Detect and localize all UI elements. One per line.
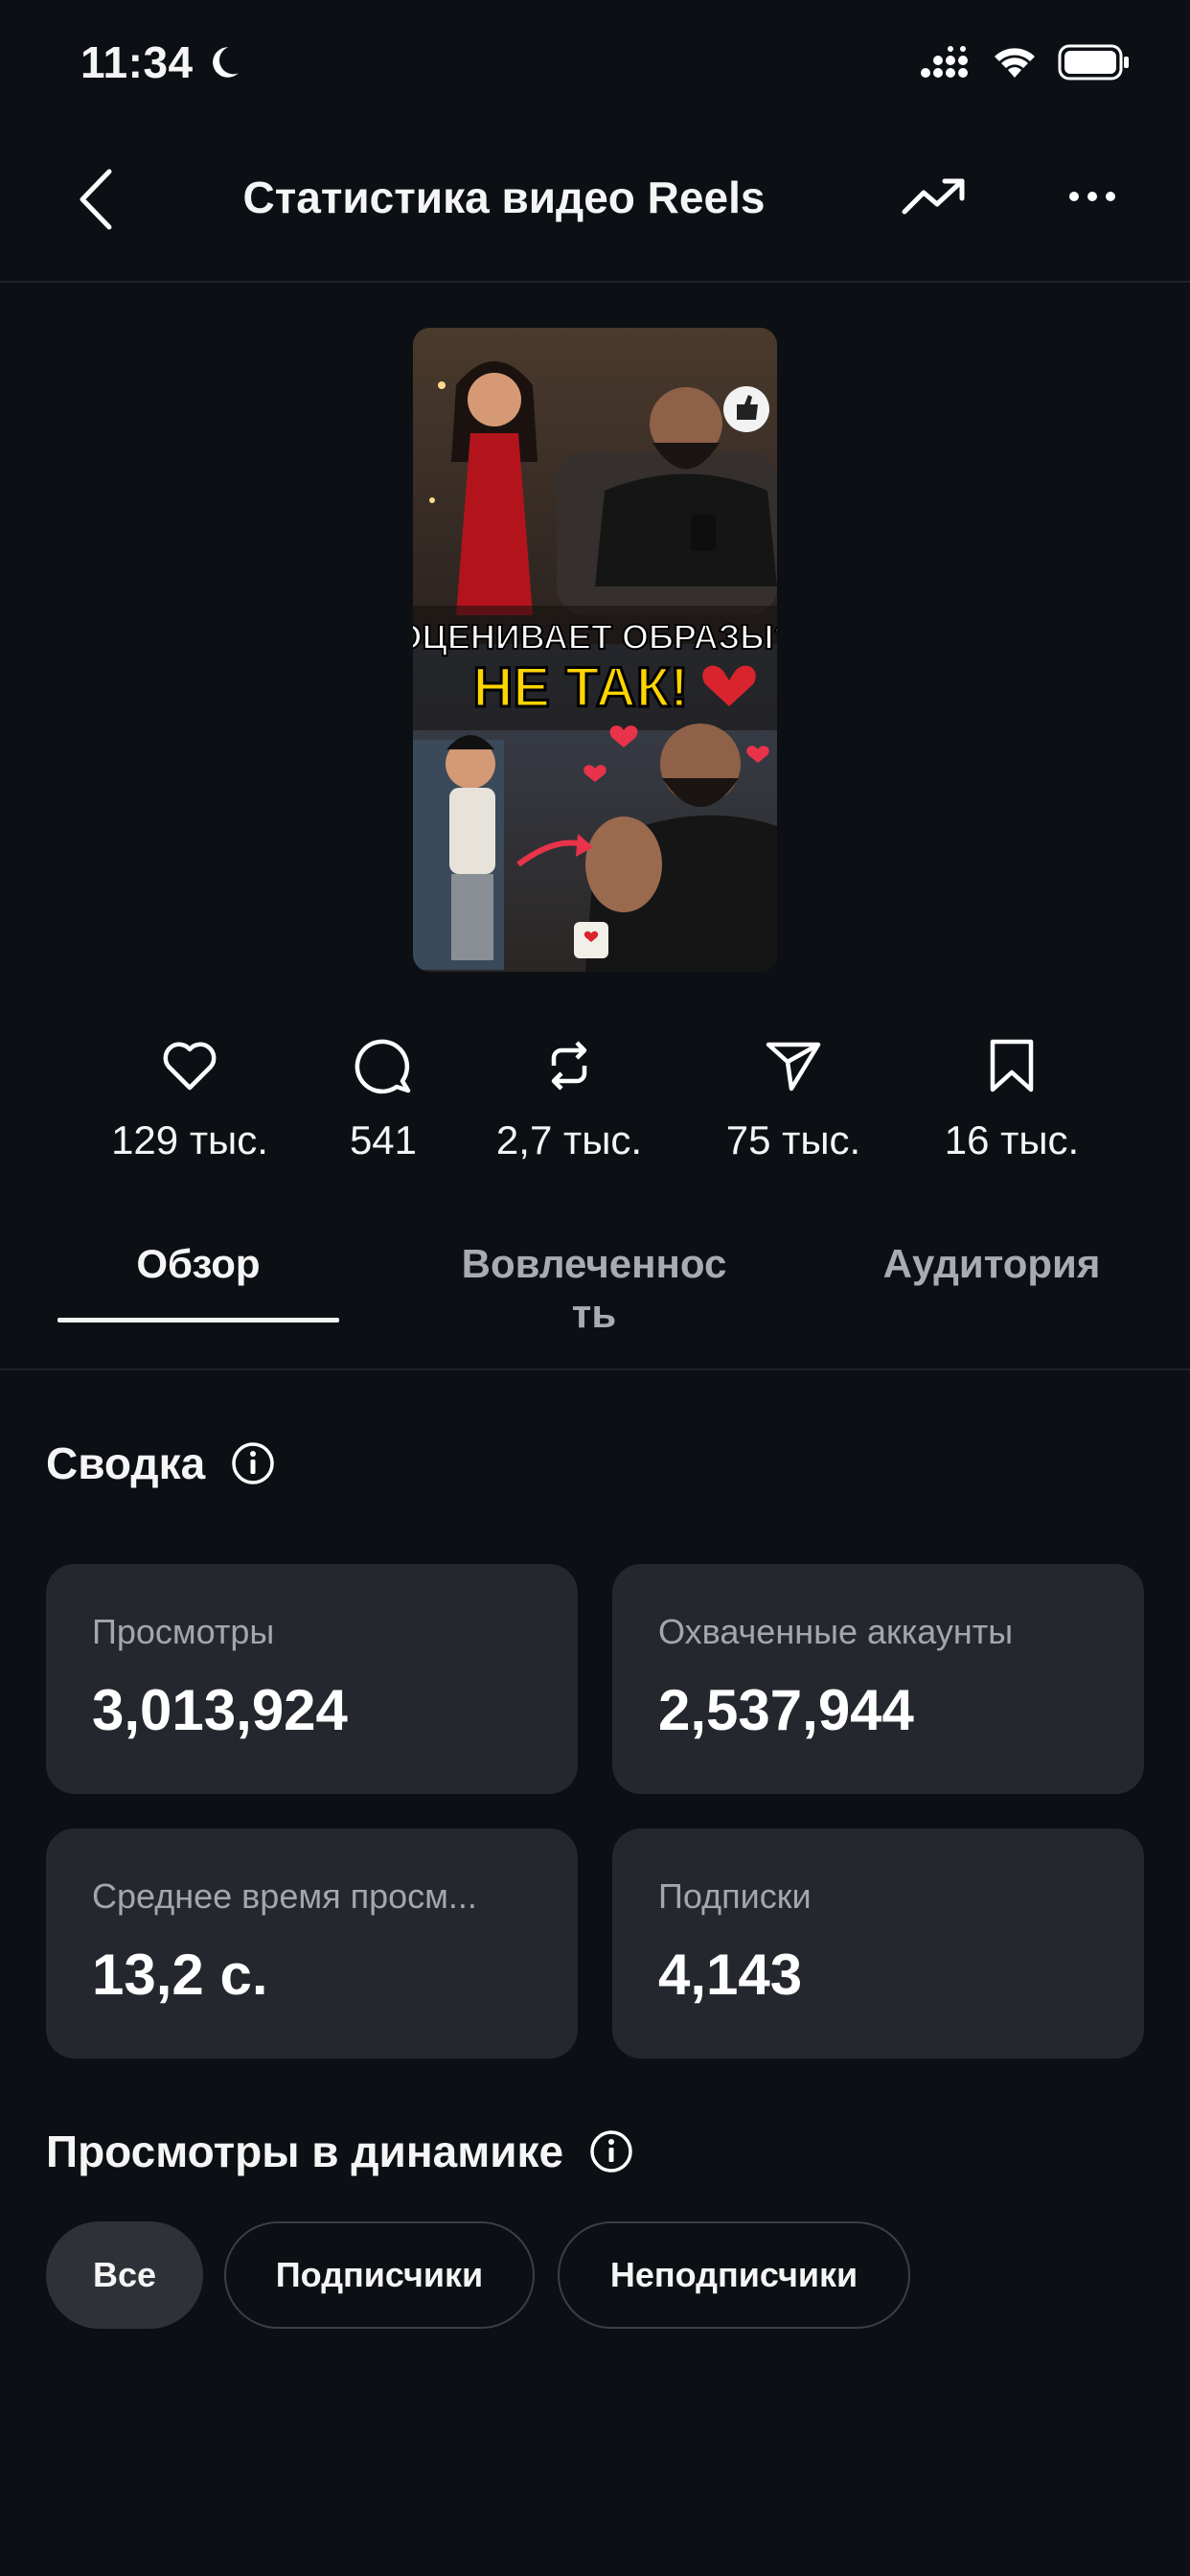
card-views[interactable]: Просмотры 3,013,924 bbox=[46, 1564, 578, 1794]
reel-thumbnail[interactable]: ОЦЕНИВАЕТ ОБРАЗЫ? НЕ ТАК! bbox=[413, 328, 777, 972]
top-nav: Статистика видео Reels bbox=[0, 134, 1190, 283]
tab-audience[interactable]: Аудитория bbox=[853, 1239, 1131, 1289]
tab-engagement[interactable]: Вовлеченнос ть bbox=[450, 1239, 738, 1339]
stats-tabs: Обзор Вовлеченнос ть Аудитория bbox=[0, 1231, 1190, 1370]
views-dynamics-title: Просмотры в динамике bbox=[46, 2127, 564, 2176]
card-reach-value: 2,537,944 bbox=[658, 1678, 914, 1742]
send-icon bbox=[766, 1042, 821, 1092]
time-text: 11:34 bbox=[80, 37, 194, 87]
trending-up-icon bbox=[902, 178, 965, 215]
info-icon[interactable] bbox=[230, 1440, 276, 1486]
chip-all[interactable]: Все bbox=[46, 2221, 203, 2329]
metric-likes[interactable]: 129 тыс. bbox=[94, 1035, 286, 1163]
signal-icon bbox=[921, 46, 968, 78]
info-icon[interactable] bbox=[588, 2128, 634, 2174]
page-title: Статистика видео Reels bbox=[242, 172, 766, 222]
chip-followers[interactable]: Подписчики bbox=[224, 2221, 535, 2329]
shares-value: 75 тыс. bbox=[725, 1117, 861, 1162]
heart-icon bbox=[163, 1042, 217, 1091]
status-bar: 11:34 bbox=[0, 0, 1190, 134]
card-avg-watch-time[interactable]: Среднее время просм... 13,2 с. bbox=[46, 1828, 578, 2058]
repost-icon bbox=[551, 1041, 587, 1091]
views-dynamics-heading: Просмотры в динамике bbox=[46, 2126, 634, 2177]
comments-value: 541 bbox=[349, 1117, 418, 1162]
metric-reposts[interactable]: 2,7 тыс. bbox=[473, 1035, 665, 1163]
metric-shares[interactable]: 75 тыс. bbox=[698, 1035, 889, 1163]
trending-button[interactable] bbox=[896, 163, 973, 230]
tab-overview[interactable]: Обзор bbox=[57, 1239, 339, 1289]
more-dots-icon bbox=[1069, 192, 1115, 201]
summary-heading: Сводка bbox=[46, 1438, 276, 1489]
card-follows[interactable]: Подписки 4,143 bbox=[612, 1828, 1144, 2058]
card-reach[interactable]: Охваченные аккаунты 2,537,944 bbox=[612, 1564, 1144, 1794]
more-button[interactable] bbox=[1059, 163, 1126, 230]
bookmark-icon bbox=[990, 1039, 1034, 1092]
active-tab-indicator bbox=[57, 1318, 339, 1322]
wifi-icon bbox=[995, 48, 1035, 78]
card-avg-watch-time-label: Среднее время просм... bbox=[92, 1876, 477, 1916]
likes-value: 129 тыс. bbox=[111, 1117, 268, 1162]
thumbnail-caption-line1: ОЦЕНИВАЕТ ОБРАЗЫ? bbox=[413, 617, 777, 656]
card-avg-watch-time-value: 13,2 с. bbox=[92, 1943, 268, 2007]
comment-icon bbox=[355, 1039, 411, 1094]
summary-title: Сводка bbox=[46, 1438, 206, 1488]
thumbnail-caption-line2: НЕ ТАК! bbox=[472, 656, 688, 719]
card-views-label: Просмотры bbox=[92, 1612, 275, 1651]
saves-value: 16 тыс. bbox=[944, 1117, 1080, 1162]
moon-icon bbox=[212, 47, 239, 78]
metric-saves[interactable]: 16 тыс. bbox=[916, 1035, 1108, 1163]
status-time: 11:34 bbox=[80, 36, 243, 88]
battery-icon bbox=[1058, 44, 1129, 80]
card-reach-label: Охваченные аккаунты bbox=[658, 1612, 1014, 1651]
card-follows-value: 4,143 bbox=[658, 1943, 803, 2007]
chip-non-followers[interactable]: Неподписчики bbox=[558, 2221, 910, 2329]
thumbnail-illustration: ОЦЕНИВАЕТ ОБРАЗЫ? НЕ ТАК! bbox=[413, 328, 777, 972]
metric-comments[interactable]: 541 bbox=[287, 1035, 479, 1163]
tab-engagement-label-line2: ть bbox=[571, 1291, 617, 1336]
tab-engagement-label-line1: Вовлеченнос bbox=[461, 1241, 727, 1286]
status-icons bbox=[920, 44, 1131, 80]
reposts-value: 2,7 тыс. bbox=[495, 1117, 643, 1162]
card-views-value: 3,013,924 bbox=[92, 1678, 348, 1742]
card-follows-label: Подписки bbox=[658, 1876, 812, 1916]
engagement-metrics: 129 тыс. 541 2,7 тыс. 75 тыс. 16 тыс. bbox=[0, 1035, 1190, 1179]
